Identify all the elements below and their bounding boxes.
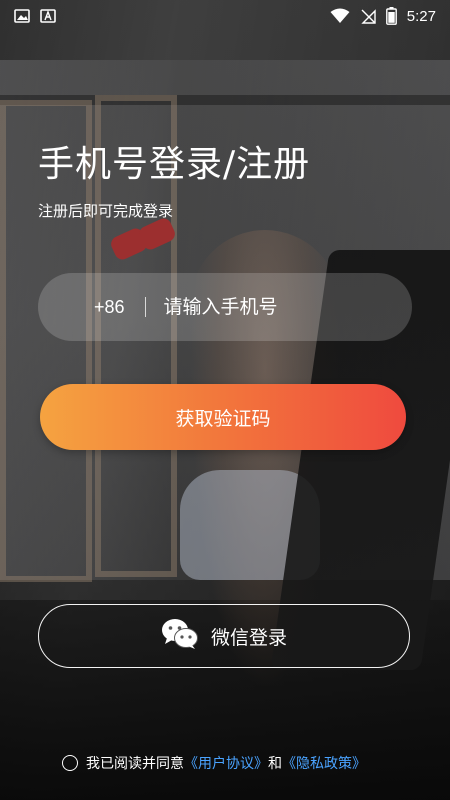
a-icon: [40, 9, 56, 23]
wifi-icon: [330, 8, 350, 24]
agreement-prefix: 我已阅读并同意: [86, 756, 184, 772]
status-time: 5:27: [406, 7, 436, 25]
wechat-login-button[interactable]: 微信登录: [38, 604, 410, 668]
image-icon: [14, 9, 30, 23]
wechat-login-label: 微信登录: [210, 626, 287, 649]
field-divider: [144, 297, 146, 317]
wechat-icon: [161, 618, 199, 655]
page-subtitle: 注册后即可完成登录: [38, 202, 174, 220]
agreement-row: 我已阅读并同意 《用户协议》 和 《隐私政策》: [62, 753, 366, 773]
login-screen: 5:27 手机号登录/注册 注册后即可完成登录 +86 获取验证码 微信登录 我…: [0, 0, 450, 800]
country-code[interactable]: +86: [94, 297, 125, 318]
agreement-checkbox[interactable]: [62, 755, 78, 771]
no-sim-icon: [360, 8, 376, 24]
status-bar: 5:27: [0, 0, 450, 32]
page-title: 手机号登录/注册: [38, 144, 311, 185]
privacy-policy-link[interactable]: 《隐私政策》: [282, 753, 366, 773]
user-agreement-link[interactable]: 《用户协议》: [184, 753, 268, 773]
phone-field[interactable]: +86: [38, 273, 412, 341]
battery-icon: [385, 7, 397, 25]
get-code-button[interactable]: 获取验证码: [40, 384, 406, 450]
phone-input[interactable]: [161, 295, 386, 319]
agreement-conjunction: 和: [268, 756, 282, 772]
